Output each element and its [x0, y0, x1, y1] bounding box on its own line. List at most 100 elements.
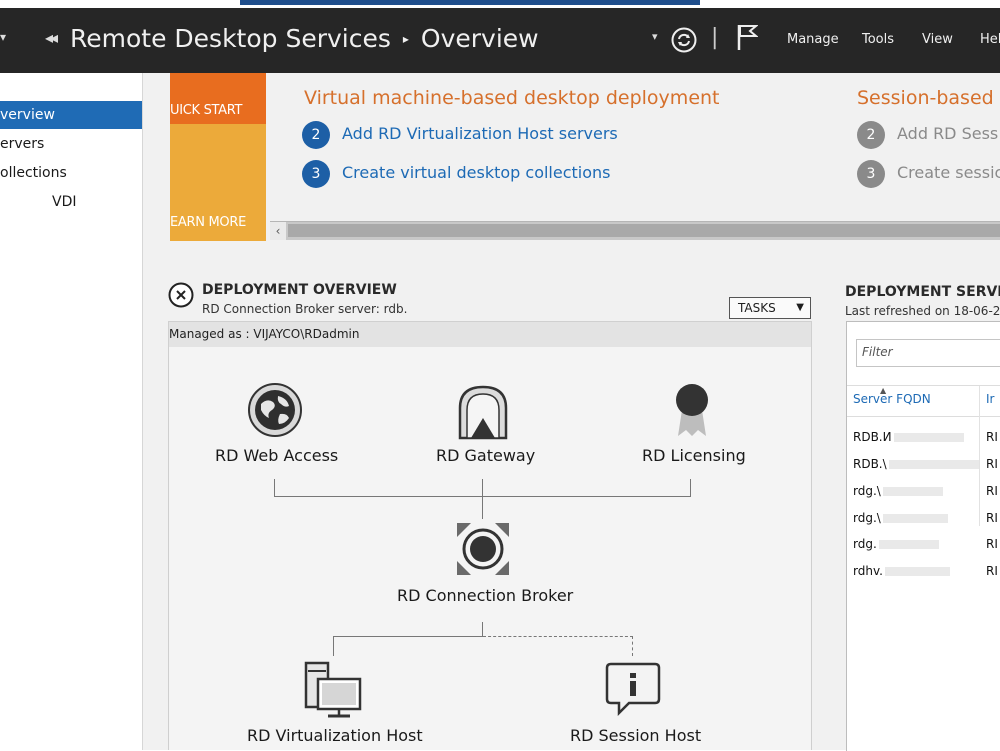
breadcrumb-app[interactable]: Remote Desktop Services	[70, 24, 391, 53]
add-rd-virtualization-host-step[interactable]: 2 Add RD Virtualization Host servers	[302, 121, 622, 149]
step-link[interactable]: Create sessic	[897, 163, 1000, 182]
step-link[interactable]: Add RD Sess	[897, 124, 998, 143]
rd-session-host-label[interactable]: RD Session Host	[570, 726, 701, 745]
connector-line	[274, 479, 275, 496]
connector-dashed-line	[632, 636, 633, 656]
rd-connection-broker-label[interactable]: RD Connection Broker	[397, 586, 573, 605]
connector-line	[333, 636, 334, 656]
redacted-text	[884, 567, 950, 576]
server-role: RI	[986, 537, 998, 551]
vm-deployment-heading: Virtual machine-based desktop deployment	[304, 87, 720, 109]
redacted-text	[888, 460, 979, 469]
breadcrumb: Remote Desktop Services ▸ Overview	[70, 24, 539, 53]
menu-help[interactable]: Hel	[980, 32, 1000, 47]
column-divider	[979, 386, 980, 526]
breadcrumb-page: Overview	[420, 24, 539, 53]
rd-gateway-label[interactable]: RD Gateway	[436, 446, 535, 465]
create-virtual-desktop-collections-step[interactable]: 3 Create virtual desktop collections	[302, 160, 622, 188]
session-host-icon[interactable]	[605, 661, 661, 717]
dropdown-icon[interactable]: ▾	[652, 30, 658, 43]
server-fqdn: rdg.\	[853, 511, 881, 525]
menu-manage[interactable]: Manage	[787, 32, 839, 47]
table-row[interactable]: rdhv.	[853, 564, 950, 578]
connector-line	[482, 622, 483, 636]
chevron-down-icon: ▼	[796, 302, 804, 313]
toolbar-divider: |	[711, 25, 719, 50]
table-row[interactable]: rdg.\	[853, 484, 943, 498]
connection-broker-server: RD Connection Broker server: rdb.	[202, 302, 408, 316]
session-deployment-heading: Session-based c	[857, 87, 1000, 109]
add-rd-session-host-step[interactable]: 2 Add RD Sess	[857, 121, 1000, 149]
horizontal-scrollbar[interactable]: ‹	[270, 221, 1000, 240]
connector-line	[690, 479, 691, 496]
step-number: 2	[302, 121, 330, 149]
license-ribbon-icon[interactable]	[672, 380, 712, 438]
table-row[interactable]: rdg.	[853, 537, 939, 551]
menu-tools[interactable]: Tools	[862, 32, 894, 47]
server-role: RI	[986, 484, 998, 498]
nav-item-vdi[interactable]: VDI	[0, 188, 142, 216]
tasks-dropdown[interactable]: TASKS ▼	[729, 297, 811, 319]
server-fqdn: RDB.И	[853, 430, 892, 444]
scroll-left-icon[interactable]: ‹	[270, 222, 286, 240]
left-nav: verview ervers ollections VDI	[0, 73, 143, 750]
filter-input[interactable]: Filter	[856, 339, 1000, 367]
table-row[interactable]: RDB.И	[853, 430, 964, 444]
managed-as-bar: Managed as : VIJAYCO\RDadmin	[168, 321, 812, 348]
title-bar: ▾ ◂◂ Remote Desktop Services ▸ Overview ▾ …	[0, 8, 1000, 73]
redacted-text	[882, 514, 948, 523]
nav-item-collections[interactable]: ollections	[0, 159, 142, 187]
nav-item-overview[interactable]: verview	[0, 101, 142, 129]
virtualization-host-icon[interactable]	[304, 661, 362, 719]
tasks-label: TASKS	[738, 301, 776, 315]
column-header-installed-role[interactable]: Ir	[986, 392, 994, 406]
nav-collapse-icon[interactable]: ▾	[0, 30, 6, 44]
deployment-servers-last-refreshed: Last refreshed on 18-06-2	[845, 304, 1000, 318]
redacted-text	[878, 540, 939, 549]
nav-item-label: ervers	[0, 136, 45, 152]
rd-web-access-label[interactable]: RD Web Access	[215, 446, 338, 465]
nav-item-label: VDI	[52, 194, 77, 210]
globe-icon[interactable]	[247, 382, 303, 438]
step-number: 2	[857, 121, 885, 149]
rd-virtualization-host-label[interactable]: RD Virtualization Host	[247, 726, 423, 745]
nav-item-label: ollections	[0, 165, 67, 181]
menu-view[interactable]: View	[922, 32, 953, 47]
refresh-icon[interactable]	[671, 27, 697, 53]
server-fqdn: RDB.\	[853, 457, 887, 471]
server-role: RI	[986, 564, 998, 578]
column-header-server-fqdn[interactable]: Server FQDN	[853, 392, 931, 406]
deployment-overview-title: DEPLOYMENT OVERVIEW	[202, 282, 397, 298]
server-fqdn: rdhv.	[853, 564, 883, 578]
step-link[interactable]: Add RD Virtualization Host servers	[342, 124, 618, 143]
connector-line	[482, 479, 483, 519]
table-row[interactable]: RDB.\	[853, 457, 979, 471]
back-forward-icon[interactable]: ◂◂	[45, 28, 58, 47]
scrollbar-thumb[interactable]	[288, 224, 1000, 237]
nav-item-label: verview	[0, 107, 55, 123]
nav-item-servers[interactable]: ervers	[0, 130, 142, 158]
connection-broker-icon[interactable]	[455, 521, 511, 577]
server-role: RI	[986, 511, 998, 525]
deployment-overview-icon	[168, 282, 194, 308]
table-row[interactable]: rdg.\	[853, 511, 948, 525]
window-top-accent	[240, 0, 700, 5]
window-top-strip	[0, 0, 1000, 8]
redacted-text	[882, 487, 943, 496]
gateway-icon[interactable]	[457, 384, 509, 440]
breadcrumb-separator-icon: ▸	[402, 32, 409, 46]
filter-placeholder: Filter	[862, 345, 893, 359]
server-fqdn: rdg.\	[853, 484, 881, 498]
connector-dashed-line	[483, 636, 633, 637]
server-role: RI	[986, 457, 998, 471]
rd-licensing-label[interactable]: RD Licensing	[642, 446, 746, 465]
quick-start-label: UICK START	[170, 103, 243, 118]
create-session-collections-step[interactable]: 3 Create sessic	[857, 160, 1000, 188]
server-role: RI	[986, 430, 998, 444]
quick-start-tile[interactable]: UICK START	[170, 73, 266, 124]
learn-more-tile[interactable]: EARN MORE	[170, 124, 266, 241]
quickstart-tiles: UICK START EARN MORE	[170, 73, 266, 241]
step-number: 3	[302, 160, 330, 188]
step-link[interactable]: Create virtual desktop collections	[342, 163, 611, 182]
notifications-flag-icon[interactable]	[736, 23, 758, 51]
